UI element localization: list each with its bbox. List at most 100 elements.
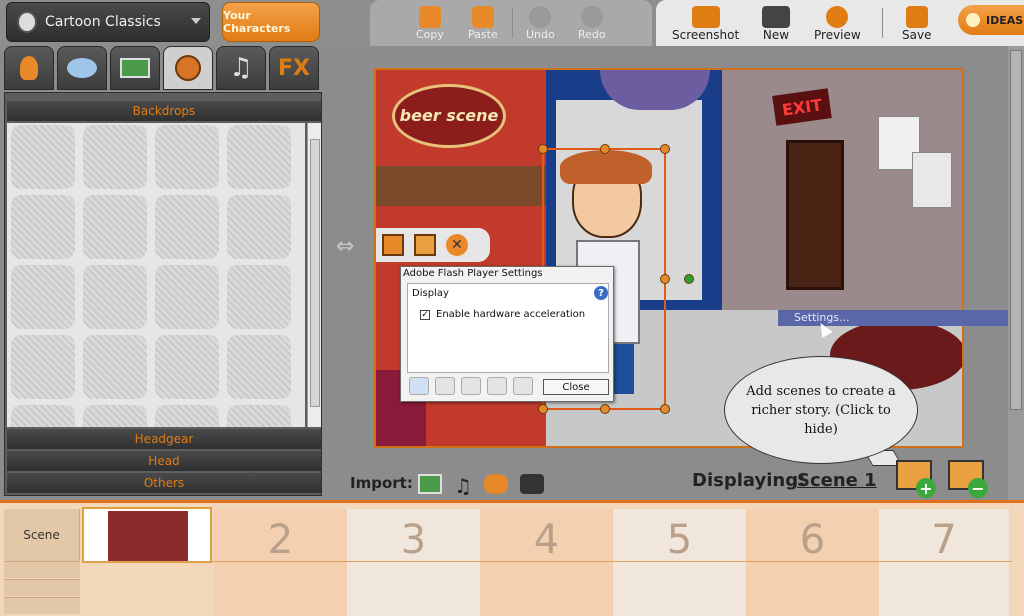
close-button[interactable]: Close	[543, 379, 609, 395]
scene-slot-2[interactable]: 2	[214, 509, 347, 616]
current-scene-link[interactable]: Scene 1	[797, 470, 877, 491]
paste-label: Paste	[468, 28, 498, 41]
prop-thumbnail[interactable]	[227, 335, 291, 399]
poster	[912, 152, 952, 208]
resize-handle[interactable]	[538, 404, 548, 414]
plus-icon: +	[916, 478, 936, 498]
prop-thumbnail[interactable]	[11, 125, 75, 189]
add-scene-button[interactable]: +	[894, 456, 940, 500]
import-character-icon[interactable]	[484, 474, 508, 494]
timeline-track-row[interactable]	[4, 597, 80, 614]
timeline-track-row[interactable]	[4, 561, 80, 578]
prop-thumbnail[interactable]	[11, 195, 75, 259]
help-icon[interactable]: ?	[594, 286, 608, 300]
import-image-icon[interactable]	[418, 474, 442, 494]
prop-thumbnail[interactable]	[155, 125, 219, 189]
section-others[interactable]: Others	[7, 473, 321, 493]
redo-button[interactable]: Redo	[578, 6, 606, 41]
copy-button[interactable]: Copy	[416, 6, 444, 41]
landscape-icon	[120, 58, 150, 78]
undo-button[interactable]: Undo	[526, 6, 555, 41]
category-tabs: ♫ FX	[4, 46, 322, 92]
hardware-acceleration-label: Enable hardware acceleration	[436, 309, 586, 320]
prop-thumbnail[interactable]	[83, 405, 147, 427]
tab-sounds[interactable]: ♫	[216, 46, 266, 90]
prop-thumbnail[interactable]	[227, 265, 291, 329]
tab-fx[interactable]: FX	[269, 46, 319, 90]
prop-thumbnail[interactable]	[83, 265, 147, 329]
tab-props[interactable]	[163, 46, 213, 90]
context-menu-settings[interactable]: Settings...	[778, 310, 1016, 326]
scene-slot-3[interactable]: 3	[347, 509, 480, 616]
paste-icon	[471, 6, 494, 28]
resize-handle[interactable]	[660, 274, 670, 284]
section-backdrops[interactable]: Backdrops	[7, 101, 321, 121]
microphone-tab-icon[interactable]	[487, 377, 507, 395]
resize-handle[interactable]	[538, 144, 548, 154]
library-scrollbar[interactable]	[307, 123, 321, 427]
import-sound-icon[interactable]: ♫	[454, 474, 478, 498]
theme-face-icon	[17, 11, 37, 33]
resize-handle[interactable]	[660, 144, 670, 154]
resize-arrows-icon[interactable]: ⇔	[336, 234, 362, 260]
your-characters-button[interactable]: Your Characters	[222, 2, 320, 42]
redo-label: Redo	[578, 28, 606, 41]
new-button[interactable]: New	[762, 6, 790, 42]
tab-bubbles[interactable]	[57, 46, 107, 90]
delete-icon[interactable]: ✕	[446, 234, 468, 256]
preview-button[interactable]: Preview	[814, 6, 861, 42]
prop-thumbnail[interactable]	[227, 405, 291, 427]
camera-tab-icon[interactable]	[513, 377, 533, 395]
resize-handle[interactable]	[600, 144, 610, 154]
scrollbar-thumb[interactable]	[1010, 50, 1022, 410]
prop-thumbnail[interactable]	[227, 125, 291, 189]
prop-thumbnail[interactable]	[11, 405, 75, 427]
prop-thumbnail[interactable]	[83, 125, 147, 189]
section-head[interactable]: Head	[7, 451, 321, 471]
rotate-handle[interactable]	[684, 274, 694, 284]
save-button[interactable]: Save	[902, 6, 931, 42]
object-toolbar: ✕	[376, 228, 490, 262]
tip-bubble[interactable]: Add scenes to create a richer story. (Cl…	[724, 356, 918, 464]
theme-dropdown[interactable]: Cartoon Classics	[6, 2, 210, 42]
prop-thumbnail[interactable]	[155, 335, 219, 399]
prop-thumbnail[interactable]	[11, 335, 75, 399]
timeline-track-row[interactable]	[4, 579, 80, 596]
tab-backgrounds[interactable]	[110, 46, 160, 90]
scene-thumbnail-1[interactable]	[82, 507, 212, 563]
prop-thumbnail[interactable]	[11, 265, 75, 329]
prop-thumbnail[interactable]	[155, 265, 219, 329]
screenshot-button[interactable]: Screenshot	[672, 6, 739, 42]
section-headgear[interactable]: Headgear	[7, 429, 321, 449]
storage-tab-icon[interactable]	[461, 377, 481, 395]
scene-slot-5[interactable]: 5	[613, 509, 746, 616]
ideas-button[interactable]: IDEAS	[958, 5, 1024, 35]
scene-slot-6[interactable]: 6	[746, 509, 879, 616]
prop-thumbnail[interactable]	[155, 405, 219, 427]
timeline-divider	[82, 561, 1012, 562]
scene-slot-7[interactable]: 7	[879, 509, 1009, 616]
remove-scene-button[interactable]: −	[946, 456, 992, 500]
prop-thumbnail[interactable]	[227, 195, 291, 259]
undo-label: Undo	[526, 28, 555, 41]
bring-forward-icon[interactable]	[382, 234, 404, 256]
tab-characters[interactable]	[4, 46, 54, 90]
display-tab-icon[interactable]	[409, 377, 429, 395]
import-video-icon[interactable]	[520, 474, 544, 494]
send-backward-icon[interactable]	[414, 234, 436, 256]
prop-thumbnail[interactable]	[83, 335, 147, 399]
lightbulb-icon	[966, 13, 980, 27]
paste-button[interactable]: Paste	[468, 6, 498, 41]
resize-handle[interactable]	[600, 404, 610, 414]
prop-thumbnail[interactable]	[83, 195, 147, 259]
save-label: Save	[902, 28, 932, 42]
window-scrollbar[interactable]	[1008, 46, 1024, 500]
privacy-tab-icon[interactable]	[435, 377, 455, 395]
ball-icon	[175, 55, 201, 81]
prop-thumbnail[interactable]	[155, 195, 219, 259]
camera-icon	[691, 6, 720, 28]
scrollbar-thumb[interactable]	[310, 139, 320, 407]
hardware-acceleration-checkbox[interactable]: ✓	[420, 310, 430, 320]
resize-handle[interactable]	[660, 404, 670, 414]
scene-slot-4[interactable]: 4	[480, 509, 613, 616]
